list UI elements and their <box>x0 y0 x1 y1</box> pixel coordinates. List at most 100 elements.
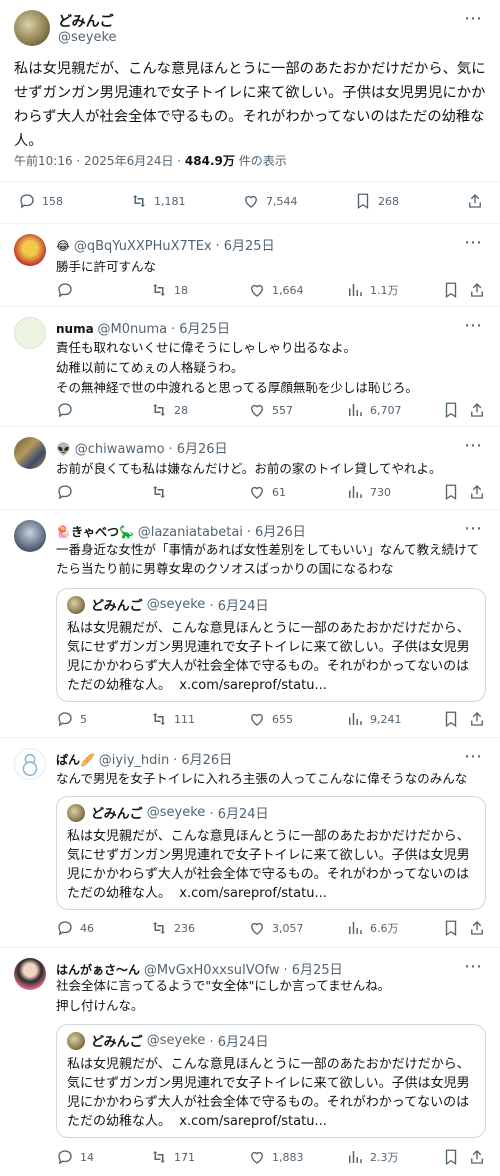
date[interactable]: · 6月26日 <box>247 525 306 540</box>
views-button[interactable]: 6.6万 <box>346 919 399 937</box>
more-icon[interactable]: ⋯ <box>464 8 482 29</box>
more-icon[interactable]: ⋯ <box>464 232 482 253</box>
share-button[interactable] <box>468 919 492 937</box>
more-icon[interactable]: ⋯ <box>464 746 482 767</box>
quoted-tweet[interactable]: どみんご @seyeke · 6月24日 私は女児親だが、こんな意見ほんとうに一… <box>56 796 486 910</box>
bookmark-button[interactable] <box>442 483 466 501</box>
author-handle[interactable]: @iyiy_hdin <box>99 753 169 768</box>
author-name[interactable]: どみんご <box>58 11 114 31</box>
retweet-button[interactable]: 236 <box>150 919 195 937</box>
bookmark-button[interactable] <box>442 281 466 299</box>
reply-tweet[interactable]: 😂 @qBqYuXXPHuX7TEx · 6月25日 ⋯ 勝手に許可すんな 18… <box>0 224 500 307</box>
date[interactable]: · 6月25日 <box>216 239 275 254</box>
more-icon[interactable]: ⋯ <box>464 435 482 456</box>
share-button[interactable] <box>468 281 492 299</box>
quote-link[interactable]: x.com/sareprof/statu... <box>179 886 327 901</box>
reply-button[interactable]: 14 <box>56 1148 94 1166</box>
author-handle[interactable]: @chiwawamo <box>75 442 165 457</box>
bookmark-button[interactable]: 268 <box>354 192 399 210</box>
quote-link[interactable]: x.com/sareprof/statu... <box>179 678 327 693</box>
author-handle[interactable]: @lazaniatabetai <box>138 525 243 540</box>
reply-header: ぱん🥖 @iyiy_hdin · 6月26日 <box>56 749 232 768</box>
retweet-button[interactable]: 18 <box>150 281 188 299</box>
views-label: 件の表示 <box>234 154 287 168</box>
reply-button[interactable]: 158 <box>18 192 63 210</box>
author-name[interactable]: 🪼きゃべつ🦕 <box>56 525 134 539</box>
quoted-tweet[interactable]: どみんご @seyeke · 6月24日 私は女児親だが、こんな意見ほんとうに一… <box>56 588 486 702</box>
avatar[interactable] <box>14 10 50 46</box>
quote-date: · 6月24日 <box>209 807 269 822</box>
share-button[interactable] <box>468 1148 492 1166</box>
reply-actions: 14 171 1,883 2.3万 <box>56 1148 486 1172</box>
like-button[interactable]: 7,544 <box>242 192 298 210</box>
views-icon <box>349 713 362 725</box>
date[interactable]: · 6月26日 <box>168 442 227 457</box>
quote-date: · 6月24日 <box>209 599 269 614</box>
like-button[interactable]: 1,664 <box>248 281 304 299</box>
avatar[interactable] <box>14 520 46 552</box>
share-button[interactable] <box>468 483 492 501</box>
avatar[interactable] <box>14 234 46 266</box>
reply-tweet[interactable]: ぱん🥖 @iyiy_hdin · 6月26日 ⋯ なんで男児を女子トイレに入れろ… <box>0 738 500 948</box>
tweet-text: 私は女児親だが、こんな意見ほんとうに一部のあたおかだけだから、気にせずガンガン男… <box>14 61 486 149</box>
reply-button[interactable]: 5 <box>56 710 87 728</box>
timestamp[interactable]: 午前10:16 · 2025年6月24日 · <box>14 154 185 168</box>
quoted-tweet[interactable]: どみんご @seyeke · 6月24日 私は女児親だが、こんな意見ほんとうに一… <box>56 1024 486 1138</box>
views-button[interactable]: 6,707 <box>346 401 402 419</box>
retweet-icon <box>153 1151 165 1163</box>
reply-button[interactable] <box>56 401 80 419</box>
author-name[interactable]: 😂 <box>56 239 70 253</box>
author-handle[interactable]: @seyeke <box>58 30 117 45</box>
views-button[interactable]: 9,241 <box>346 710 402 728</box>
author-handle[interactable]: @M0numa <box>98 322 168 337</box>
reply-tweet[interactable]: 👽 @chiwawamo · 6月26日 ⋯ お前が良くても私は嫌なんだけど。お… <box>0 427 500 510</box>
share-button[interactable] <box>468 710 492 728</box>
heart-icon <box>245 195 257 208</box>
date[interactable]: · 6月26日 <box>173 753 232 768</box>
reply-tweet[interactable]: はんがぁさ〜ん @MvGxH0xxsuIVOfw · 6月25日 ⋯ 社会全体に… <box>0 948 500 1176</box>
bookmark-button[interactable] <box>442 919 466 937</box>
main-actions: 158 1,181 7,544 268 <box>0 192 500 216</box>
like-button[interactable]: 655 <box>248 710 293 728</box>
reply-text: お前が良くても私は嫌なんだけど。お前の家のトイレ貸してやれよ。 <box>56 461 442 476</box>
reply-icon <box>20 194 34 209</box>
author-handle[interactable]: @qBqYuXXPHuX7TEx <box>74 239 212 254</box>
like-button[interactable]: 61 <box>248 483 286 501</box>
share-button[interactable] <box>466 192 490 210</box>
views-icon <box>349 284 362 296</box>
quote-link[interactable]: x.com/sareprof/statu... <box>179 1114 327 1129</box>
retweet-button[interactable]: 171 <box>150 1148 195 1166</box>
author-name[interactable]: numa <box>56 322 94 336</box>
retweet-button[interactable]: 111 <box>150 710 195 728</box>
avatar[interactable] <box>14 317 46 349</box>
bookmark-button[interactable] <box>442 1148 466 1166</box>
bookmark-button[interactable] <box>442 710 466 728</box>
like-button[interactable]: 1,883 <box>248 1148 304 1166</box>
retweet-button[interactable]: 1,181 <box>130 192 186 210</box>
like-button[interactable]: 3,057 <box>248 919 304 937</box>
views-button[interactable]: 1.1万 <box>346 281 399 299</box>
views-button[interactable]: 2.3万 <box>346 1148 399 1166</box>
avatar[interactable] <box>14 437 46 469</box>
reply-button[interactable]: 46 <box>56 919 94 937</box>
reply-tweet[interactable]: numa @M0numa · 6月25日 ⋯ 責任も取れないくせに偉そうにしゃし… <box>0 307 500 427</box>
more-icon[interactable]: ⋯ <box>464 315 482 336</box>
share-button[interactable] <box>468 401 492 419</box>
more-icon[interactable]: ⋯ <box>464 518 482 539</box>
avatar[interactable] <box>14 958 46 990</box>
retweet-button[interactable] <box>150 483 174 501</box>
author-name[interactable]: ぱん🥖 <box>56 753 95 767</box>
retweet-button[interactable]: 28 <box>150 401 188 419</box>
date[interactable]: · 6月25日 <box>171 322 230 337</box>
reply-button[interactable] <box>56 483 80 501</box>
author-name[interactable]: 👽 <box>56 442 71 456</box>
avatar[interactable] <box>14 748 46 780</box>
reply-button[interactable] <box>56 281 80 299</box>
views-button[interactable]: 730 <box>346 483 391 501</box>
like-button[interactable]: 557 <box>248 401 293 419</box>
share-icon <box>471 403 483 417</box>
reply-tweet[interactable]: 🪼きゃべつ🦕 @lazaniatabetai · 6月26日 ⋯ 一番身近な女性… <box>0 510 500 738</box>
bookmark-button[interactable] <box>442 401 466 419</box>
author-name[interactable]: はんがぁさ〜ん <box>56 963 140 977</box>
more-icon[interactable]: ⋯ <box>464 956 482 977</box>
